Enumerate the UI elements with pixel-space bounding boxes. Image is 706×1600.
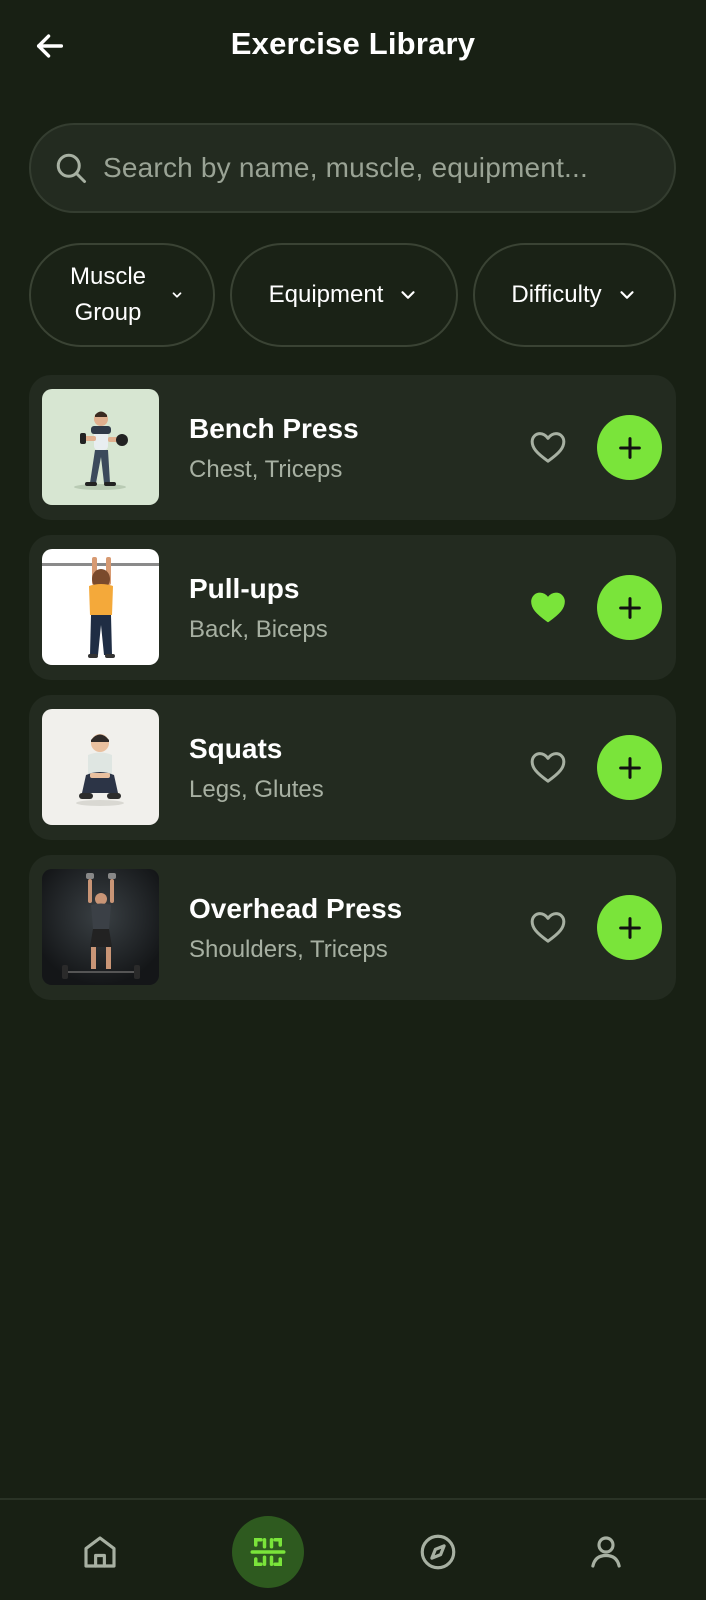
plus-icon — [618, 916, 641, 939]
search-bar[interactable] — [29, 123, 676, 213]
exercise-name: Overhead Press — [189, 893, 403, 924]
chevron-down-icon — [397, 284, 419, 306]
exercise-thumbnail — [42, 549, 159, 665]
exercise-name: Bench Press — [189, 413, 359, 444]
plus-icon — [618, 756, 641, 779]
chevron-down-icon — [616, 284, 638, 306]
filter-equipment[interactable]: Equipment — [230, 243, 458, 347]
compass-icon — [420, 1534, 456, 1570]
exercise-name: Pull-ups — [189, 573, 300, 604]
filter-muscle-group[interactable]: Muscle Group — [29, 243, 215, 347]
library-scan-icon — [250, 1538, 286, 1566]
exercise-thumbnail — [42, 709, 159, 825]
home-icon — [84, 1536, 116, 1568]
exercise-muscles: Back, Biceps — [189, 616, 328, 643]
chevron-down-icon — [170, 288, 184, 302]
header: Exercise Library — [0, 0, 706, 96]
nav-library[interactable] — [232, 1516, 304, 1588]
heart-outline-icon — [530, 752, 566, 783]
favorite-button[interactable] — [525, 425, 571, 469]
profile-icon — [591, 1536, 621, 1568]
exercise-thumbnail — [42, 389, 159, 505]
exercise-muscles: Shoulders, Triceps — [189, 936, 388, 963]
filter-label: Equipment — [268, 281, 384, 308]
add-exercise-button[interactable] — [597, 575, 662, 640]
plus-icon — [618, 596, 641, 619]
filter-label: Difficulty — [511, 281, 602, 308]
exercise-card[interactable]: Pull-ups Back, Biceps — [29, 535, 676, 680]
nav-home[interactable] — [64, 1516, 136, 1588]
exercise-card[interactable]: Bench Press Chest, Triceps — [29, 375, 676, 520]
filter-difficulty[interactable]: Difficulty — [473, 243, 676, 347]
page-title: Exercise Library — [230, 26, 476, 61]
favorite-button[interactable] — [525, 905, 571, 949]
favorite-button[interactable] — [525, 585, 571, 629]
add-exercise-button[interactable] — [597, 415, 662, 480]
heart-outline-icon — [530, 912, 566, 943]
exercise-muscles: Legs, Glutes — [189, 776, 324, 803]
heart-filled-icon — [531, 592, 565, 623]
heart-outline-icon — [530, 432, 566, 463]
exercise-card[interactable]: Squats Legs, Glutes — [29, 695, 676, 840]
add-exercise-button[interactable] — [597, 735, 662, 800]
exercise-card[interactable]: Overhead Press Shoulders, Triceps — [29, 855, 676, 1000]
nav-profile[interactable] — [570, 1516, 642, 1588]
add-exercise-button[interactable] — [597, 895, 662, 960]
plus-icon — [618, 436, 641, 459]
filter-label: Muscle Group — [69, 263, 147, 326]
search-icon — [56, 153, 86, 183]
bottom-navigation — [0, 1498, 706, 1600]
nav-explore[interactable] — [402, 1516, 474, 1588]
exercise-name: Squats — [189, 733, 283, 764]
exercise-library-screen: Exercise Library Muscle Group Equipment … — [0, 0, 706, 1600]
search-input[interactable] — [103, 152, 674, 184]
exercise-muscles: Chest, Triceps — [189, 456, 343, 483]
favorite-button[interactable] — [525, 745, 571, 789]
exercise-thumbnail — [42, 869, 159, 985]
